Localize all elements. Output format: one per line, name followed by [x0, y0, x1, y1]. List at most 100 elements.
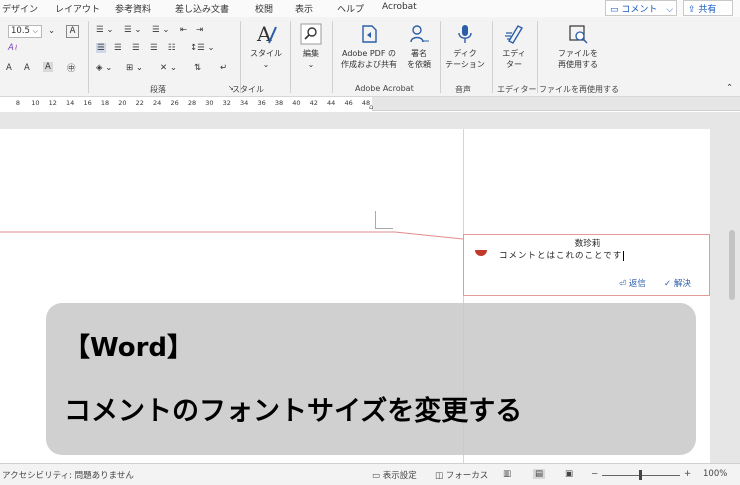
tab-layout[interactable]: レイアウト [55, 2, 100, 15]
title-overlay: 【Word】 コメントのフォントサイズを変更する [46, 303, 696, 455]
ruler-tick: 40 [292, 99, 301, 107]
clear-format-button[interactable]: A [43, 62, 53, 72]
zoom-in-button[interactable]: + [684, 469, 691, 479]
ribbon-tabs: デザイン レイアウト 参考資料 差し込み文書 校閲 表示 ヘルプ Acrobat… [0, 0, 740, 17]
editor-pen-icon [505, 25, 523, 44]
read-mode-icon[interactable]: ▥ [503, 469, 511, 479]
tab-references[interactable]: 参考資料 [115, 2, 151, 15]
comment-text: コメントとはこれのことです [499, 251, 623, 261]
ruler-tick: 34 [240, 99, 249, 107]
numbering-button[interactable]: ☰ ⌄ [124, 25, 141, 35]
align-left-button[interactable]: ☰ [96, 43, 106, 53]
more-icon[interactable]: ⌄ [48, 26, 55, 36]
ruler-tick: 32 [222, 99, 231, 107]
reuse-file-icon [569, 25, 588, 44]
zoom-out-button[interactable]: − [591, 469, 598, 479]
reuse-file-button[interactable]: ファイルを 再使用する [548, 23, 608, 70]
resolve-icon: ✓ [664, 279, 672, 289]
status-bar: アクセシビリティ: 問題ありません ▭ 表示設定 ◫ フォーカス ▥ ▤ ▣ −… [0, 463, 740, 485]
chevron-down-icon: ⌄ [262, 60, 270, 69]
ruler-tick: 14 [66, 99, 75, 107]
decrease-indent-button[interactable]: ⇤ [180, 25, 187, 35]
increase-indent-button[interactable]: ⇥ [196, 25, 203, 35]
edit-button[interactable]: 編集 ⌄ [296, 23, 326, 70]
tab-view[interactable]: 表示 [295, 2, 313, 15]
share-button[interactable]: ⇪ 共有 [683, 0, 733, 16]
indent-marker-icon[interactable]: ⌂ [369, 103, 373, 111]
editor-button[interactable]: エディ ター [497, 23, 531, 70]
boxed-char-button[interactable]: A [66, 25, 79, 38]
overlay-subtitle: コメントのフォントサイズを変更する [64, 396, 523, 427]
reply-button[interactable]: ⏎ 返信 [619, 277, 646, 289]
create-share-pdf-button[interactable]: Adobe PDF の 作成および共有 [337, 23, 401, 70]
zoom-slider-thumb[interactable] [639, 470, 642, 480]
asian-layout-button[interactable]: ✕ ⌄ [160, 63, 177, 73]
enclose-char-button[interactable]: ㊥ [67, 62, 76, 74]
avatar [475, 250, 487, 256]
print-layout-icon[interactable]: ▤ [533, 469, 546, 479]
tab-acrobat[interactable]: Acrobat [382, 2, 417, 12]
justify-button[interactable]: ☰ [150, 43, 158, 53]
focus-button[interactable]: ◫ フォーカス [435, 469, 488, 481]
dictate-line1: ディク [453, 49, 477, 58]
shading-button[interactable]: ◈ ⌄ [96, 63, 112, 73]
ruler-tick: 36 [257, 99, 266, 107]
text-cursor [623, 250, 625, 261]
tab-design[interactable]: デザイン [2, 2, 38, 15]
request-signature-button[interactable]: 署名 を依頼 [403, 23, 435, 70]
scrollbar-thumb[interactable] [729, 230, 735, 300]
show-marks-button[interactable]: ↵ [220, 63, 227, 73]
comment-author: 数珍莉 [574, 239, 601, 249]
accessibility-status[interactable]: アクセシビリティ: 問題ありません [2, 469, 134, 481]
reuse-line1: ファイルを [558, 49, 598, 58]
ruler-tick: 18 [100, 99, 110, 107]
borders-button[interactable]: ⊞ ⌄ [126, 63, 143, 73]
display-settings-button[interactable]: ▭ 表示設定 [372, 469, 417, 481]
comment-card[interactable]: 数珍莉 コメントとはこれのことです ⏎ 返信 ✓ 解決 [463, 234, 710, 296]
tab-mailings[interactable]: 差し込み文書 [175, 2, 229, 15]
align-right-button[interactable]: ☰ [132, 43, 140, 53]
ruler-tick: 26 [170, 99, 179, 107]
text-effect-button[interactable]: A⌇ [8, 43, 17, 53]
font-size-value: 10.5 [11, 26, 30, 36]
dictate-button[interactable]: ディク テーション [445, 23, 485, 70]
collapse-ribbon-icon[interactable]: ⌃ [726, 83, 733, 93]
grow-font-button[interactable]: A [6, 63, 12, 73]
group-label-voice: 音声 [455, 85, 471, 94]
ribbon: 10.5 ⌵ ⌄ A A⌇ A A A ㊥ ☰ ⌄ ☰ ⌄ ☰ ⌄ ⇤ ⇥ ☰ … [0, 17, 740, 97]
comments-button-label: コメント [621, 5, 658, 15]
group-label-adobe: Adobe Acrobat [355, 84, 414, 93]
style-gallery-button[interactable]: A スタイル ⌄ [248, 23, 284, 70]
shrink-font-button[interactable]: A [24, 63, 30, 73]
bullets-button[interactable]: ☰ ⌄ [96, 25, 113, 35]
chevron-down-icon: ⌵ [32, 27, 38, 35]
horizontal-ruler[interactable]: 8 10 12 14 16 18 20 22 24 26 28 30 32 34 36 38 40 42 44 46 4… [0, 97, 740, 111]
ruler-tick: 22 [135, 99, 144, 107]
tab-review[interactable]: 校閲 [255, 2, 273, 15]
comment-text-field[interactable]: コメントとはこれのことです [499, 249, 625, 261]
zoom-level[interactable]: 100% [703, 469, 727, 479]
ruler-tick: 46 [344, 99, 353, 107]
reply-label: 返信 [628, 279, 646, 289]
distributed-button[interactable]: ☷ [168, 43, 176, 53]
vertical-scrollbar[interactable] [724, 112, 740, 463]
sort-button[interactable]: ⇅ [194, 63, 201, 73]
font-size-select[interactable]: 10.5 ⌵ [8, 25, 42, 38]
line-spacing-button[interactable]: ↕☰ ⌄ [190, 43, 215, 53]
ruler-tick: 38 [274, 99, 284, 107]
ruler-tick: 10 [31, 99, 40, 107]
web-layout-icon[interactable]: ▣ [565, 469, 573, 479]
overlay-title: 【Word】 [64, 333, 194, 363]
comments-button[interactable]: ▭ コメント ⌵ [605, 0, 677, 16]
tab-help[interactable]: ヘルプ [337, 2, 364, 15]
style-icon: A [256, 23, 277, 45]
ruler-tick: 16 [83, 99, 92, 107]
group-label-paragraph: 段落 [150, 85, 166, 94]
adobe-pdf-line1: Adobe PDF の [342, 49, 396, 58]
focus-label: フォーカス [445, 471, 489, 481]
align-center-button[interactable]: ☰ [114, 43, 122, 53]
multilevel-list-button[interactable]: ☰ ⌄ [152, 25, 169, 35]
resolve-button[interactable]: ✓ 解決 [664, 277, 691, 289]
chevron-down-icon: ⌄ [307, 60, 315, 69]
ruler-tick: 28 [187, 99, 197, 107]
